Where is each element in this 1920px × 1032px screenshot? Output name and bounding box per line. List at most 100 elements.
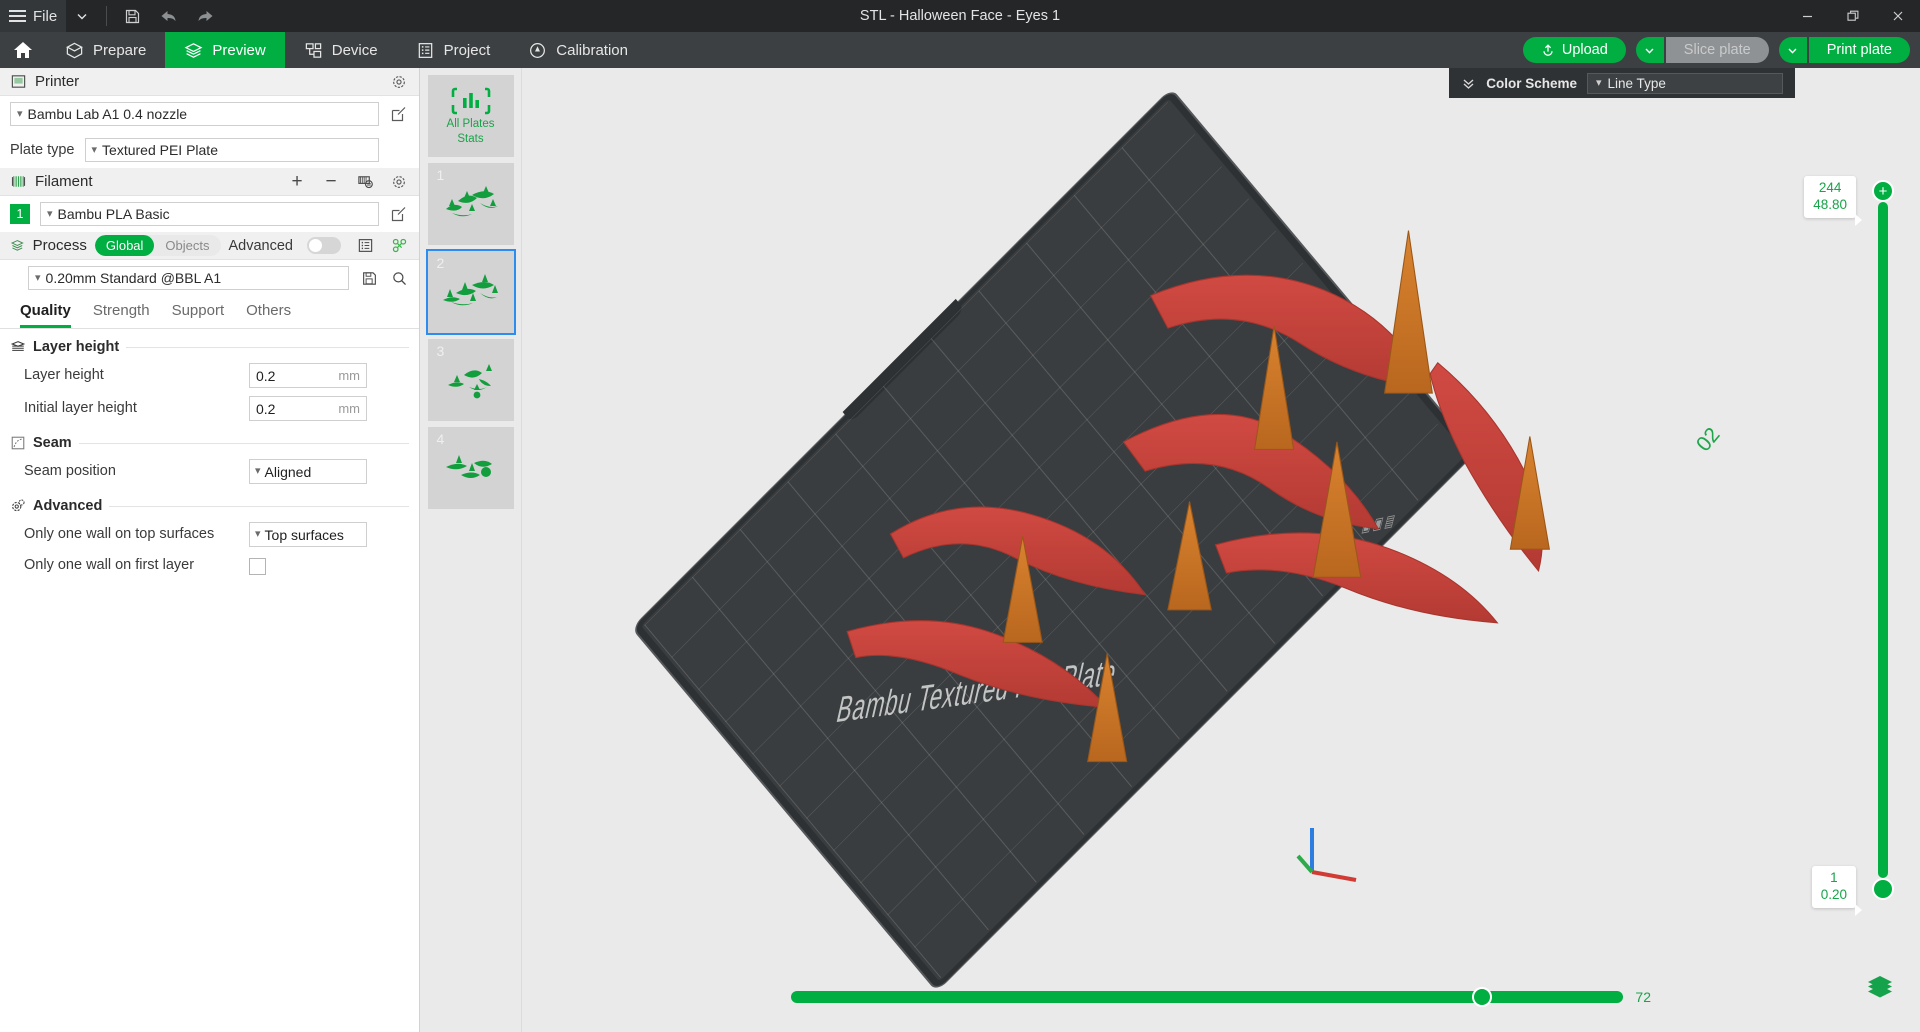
seam-position-dropdown[interactable]: ▾ Aligned xyxy=(249,459,367,484)
undo-button[interactable] xyxy=(150,0,187,32)
scope-global[interactable]: Global xyxy=(95,235,155,256)
remove-filament-button[interactable]: − xyxy=(321,172,341,192)
layer-height-input[interactable]: 0.2 mm xyxy=(249,363,367,388)
3d-preview-viewport[interactable]: Color Scheme ▾ Line Type Bambu Textured … xyxy=(522,68,1920,1032)
save-project-button[interactable] xyxy=(115,0,150,32)
process-preset-combo[interactable]: ▾ 0.20mm Standard @BBL A1 xyxy=(28,266,349,290)
printer-edit-button[interactable] xyxy=(389,104,409,124)
one-wall-first-layer-checkbox[interactable] xyxy=(249,558,266,575)
tab-strength[interactable]: Strength xyxy=(93,302,150,328)
minimize-button[interactable] xyxy=(1785,0,1830,32)
printer-preset-combo[interactable]: ▾ Bambu Lab A1 0.4 nozzle xyxy=(10,102,379,126)
tab-project-label: Project xyxy=(444,42,491,59)
slice-plate-dropdown[interactable] xyxy=(1636,37,1664,63)
undo-icon xyxy=(159,8,178,24)
tab-calibration[interactable]: Calibration xyxy=(509,32,647,68)
scope-objects[interactable]: Objects xyxy=(154,235,220,256)
sync-filament-button[interactable] xyxy=(355,172,375,192)
upload-button[interactable]: Upload xyxy=(1523,37,1626,63)
print-plate-button[interactable]: Print plate xyxy=(1809,37,1910,63)
restore-icon xyxy=(1846,9,1860,23)
initial-layer-height-value: 0.2 xyxy=(256,401,275,417)
color-scheme-dropdown[interactable]: ▾ Line Type xyxy=(1587,73,1783,94)
move-range-slider[interactable]: 72 xyxy=(791,986,1651,1008)
printer-section-header: Printer xyxy=(0,68,419,96)
plate-thumbnail-1[interactable]: 1 xyxy=(428,163,514,245)
process-preset-value: 0.20mm Standard @BBL A1 xyxy=(46,270,222,286)
tab-prepare-label: Prepare xyxy=(93,42,146,59)
file-menu-button[interactable]: File xyxy=(0,0,66,32)
plate-thumbnail-3[interactable]: 3 xyxy=(428,339,514,421)
bottom-layer-number: 1 xyxy=(1821,870,1847,887)
plate-thumbnail-2[interactable]: 2 xyxy=(428,251,514,333)
plate-type-spacer xyxy=(389,140,409,160)
double-chevron-down-icon xyxy=(1461,76,1476,91)
plate-type-value: Textured PEI Plate xyxy=(102,142,218,158)
tab-device[interactable]: Device xyxy=(285,32,397,68)
plate-type-combo[interactable]: ▾ Textured PEI Plate xyxy=(85,138,380,162)
advanced-toggle[interactable] xyxy=(307,237,341,254)
tab-others[interactable]: Others xyxy=(246,302,291,328)
plate-number: 4 xyxy=(437,431,445,447)
group-divider xyxy=(79,443,409,444)
search-icon xyxy=(391,270,408,287)
home-button[interactable] xyxy=(0,32,46,68)
layer-slider-lower-handle[interactable] xyxy=(1872,878,1894,900)
close-button[interactable] xyxy=(1875,0,1920,32)
tab-preview[interactable]: Preview xyxy=(165,32,284,68)
chevron-down-icon: ▾ xyxy=(255,529,261,540)
menu-dropdown-button[interactable] xyxy=(66,0,98,32)
chevron-down-icon: ▾ xyxy=(1596,78,1602,89)
main-content: Printer ▾ Bambu Lab A1 0.4 nozzle xyxy=(0,68,1920,1032)
3d-scene[interactable]: Bambu Textured PEI Plate ▣ ▣ ▤ xyxy=(522,68,1920,1032)
layer-slider-lower-tooltip: 1 0.20 xyxy=(1812,866,1856,908)
save-preset-button[interactable] xyxy=(359,268,379,288)
collapse-panel-button[interactable] xyxy=(1461,76,1476,91)
layers-view-button[interactable] xyxy=(1866,974,1894,1000)
add-filament-button[interactable]: + xyxy=(287,172,307,192)
process-scope-toggle[interactable]: Global Objects xyxy=(95,235,221,256)
axis-gizmo xyxy=(1292,794,1382,884)
printer-settings-button[interactable] xyxy=(389,72,409,92)
process-tabs: Quality Strength Support Others xyxy=(0,296,419,329)
print-plate-dropdown[interactable] xyxy=(1779,37,1807,63)
redo-button[interactable] xyxy=(187,0,224,32)
all-plates-stats-button[interactable]: All Plates Stats xyxy=(428,75,514,157)
layer-slider-track[interactable] xyxy=(1878,202,1888,878)
filament-index-badge[interactable]: 1 xyxy=(10,204,30,224)
filament-edit-button[interactable] xyxy=(389,204,409,224)
param-one-wall-first-layer: Only one wall on first layer xyxy=(0,551,419,581)
tab-quality[interactable]: Quality xyxy=(20,302,71,328)
filament-settings-button[interactable] xyxy=(389,172,409,192)
move-slider-track[interactable] xyxy=(791,991,1623,1003)
plate-preview xyxy=(436,445,506,491)
one-wall-top-surfaces-dropdown[interactable]: ▾ Top surfaces xyxy=(249,522,367,547)
compare-presets-button[interactable] xyxy=(389,236,409,256)
all-plates-stats-label-2: Stats xyxy=(457,133,483,146)
project-icon xyxy=(416,41,435,60)
initial-layer-height-input[interactable]: 0.2 mm xyxy=(249,396,367,421)
chevron-down-icon xyxy=(1643,44,1656,57)
print-plate-split-button: Print plate xyxy=(1779,37,1910,63)
filament-preset-combo[interactable]: ▾ Bambu PLA Basic xyxy=(40,202,379,226)
plate-thumbnail-4[interactable]: 4 xyxy=(428,427,514,509)
layer-range-slider[interactable]: + 244 48.80 1 0.20 xyxy=(1872,178,1892,902)
plate-number: 3 xyxy=(437,343,445,359)
search-parameters-button[interactable] xyxy=(389,268,409,288)
advanced-gear-icon xyxy=(10,498,26,514)
tab-project[interactable]: Project xyxy=(397,32,510,68)
restore-button[interactable] xyxy=(1830,0,1875,32)
parameter-list-button[interactable] xyxy=(355,236,375,256)
group-divider xyxy=(126,347,409,348)
param-seam-position: Seam position ▾ Aligned xyxy=(0,455,419,488)
group-divider xyxy=(109,506,409,507)
group-seam-title: Seam xyxy=(33,435,72,451)
tab-prepare[interactable]: Prepare xyxy=(46,32,165,68)
tab-support[interactable]: Support xyxy=(172,302,225,328)
list-icon xyxy=(357,237,374,254)
slice-plate-button[interactable]: Slice plate xyxy=(1666,37,1769,63)
process-section-title: Process xyxy=(33,237,87,254)
layer-slider-upper-handle[interactable]: + xyxy=(1872,180,1894,202)
cube-icon xyxy=(65,41,84,60)
move-slider-handle[interactable] xyxy=(1472,987,1492,1007)
